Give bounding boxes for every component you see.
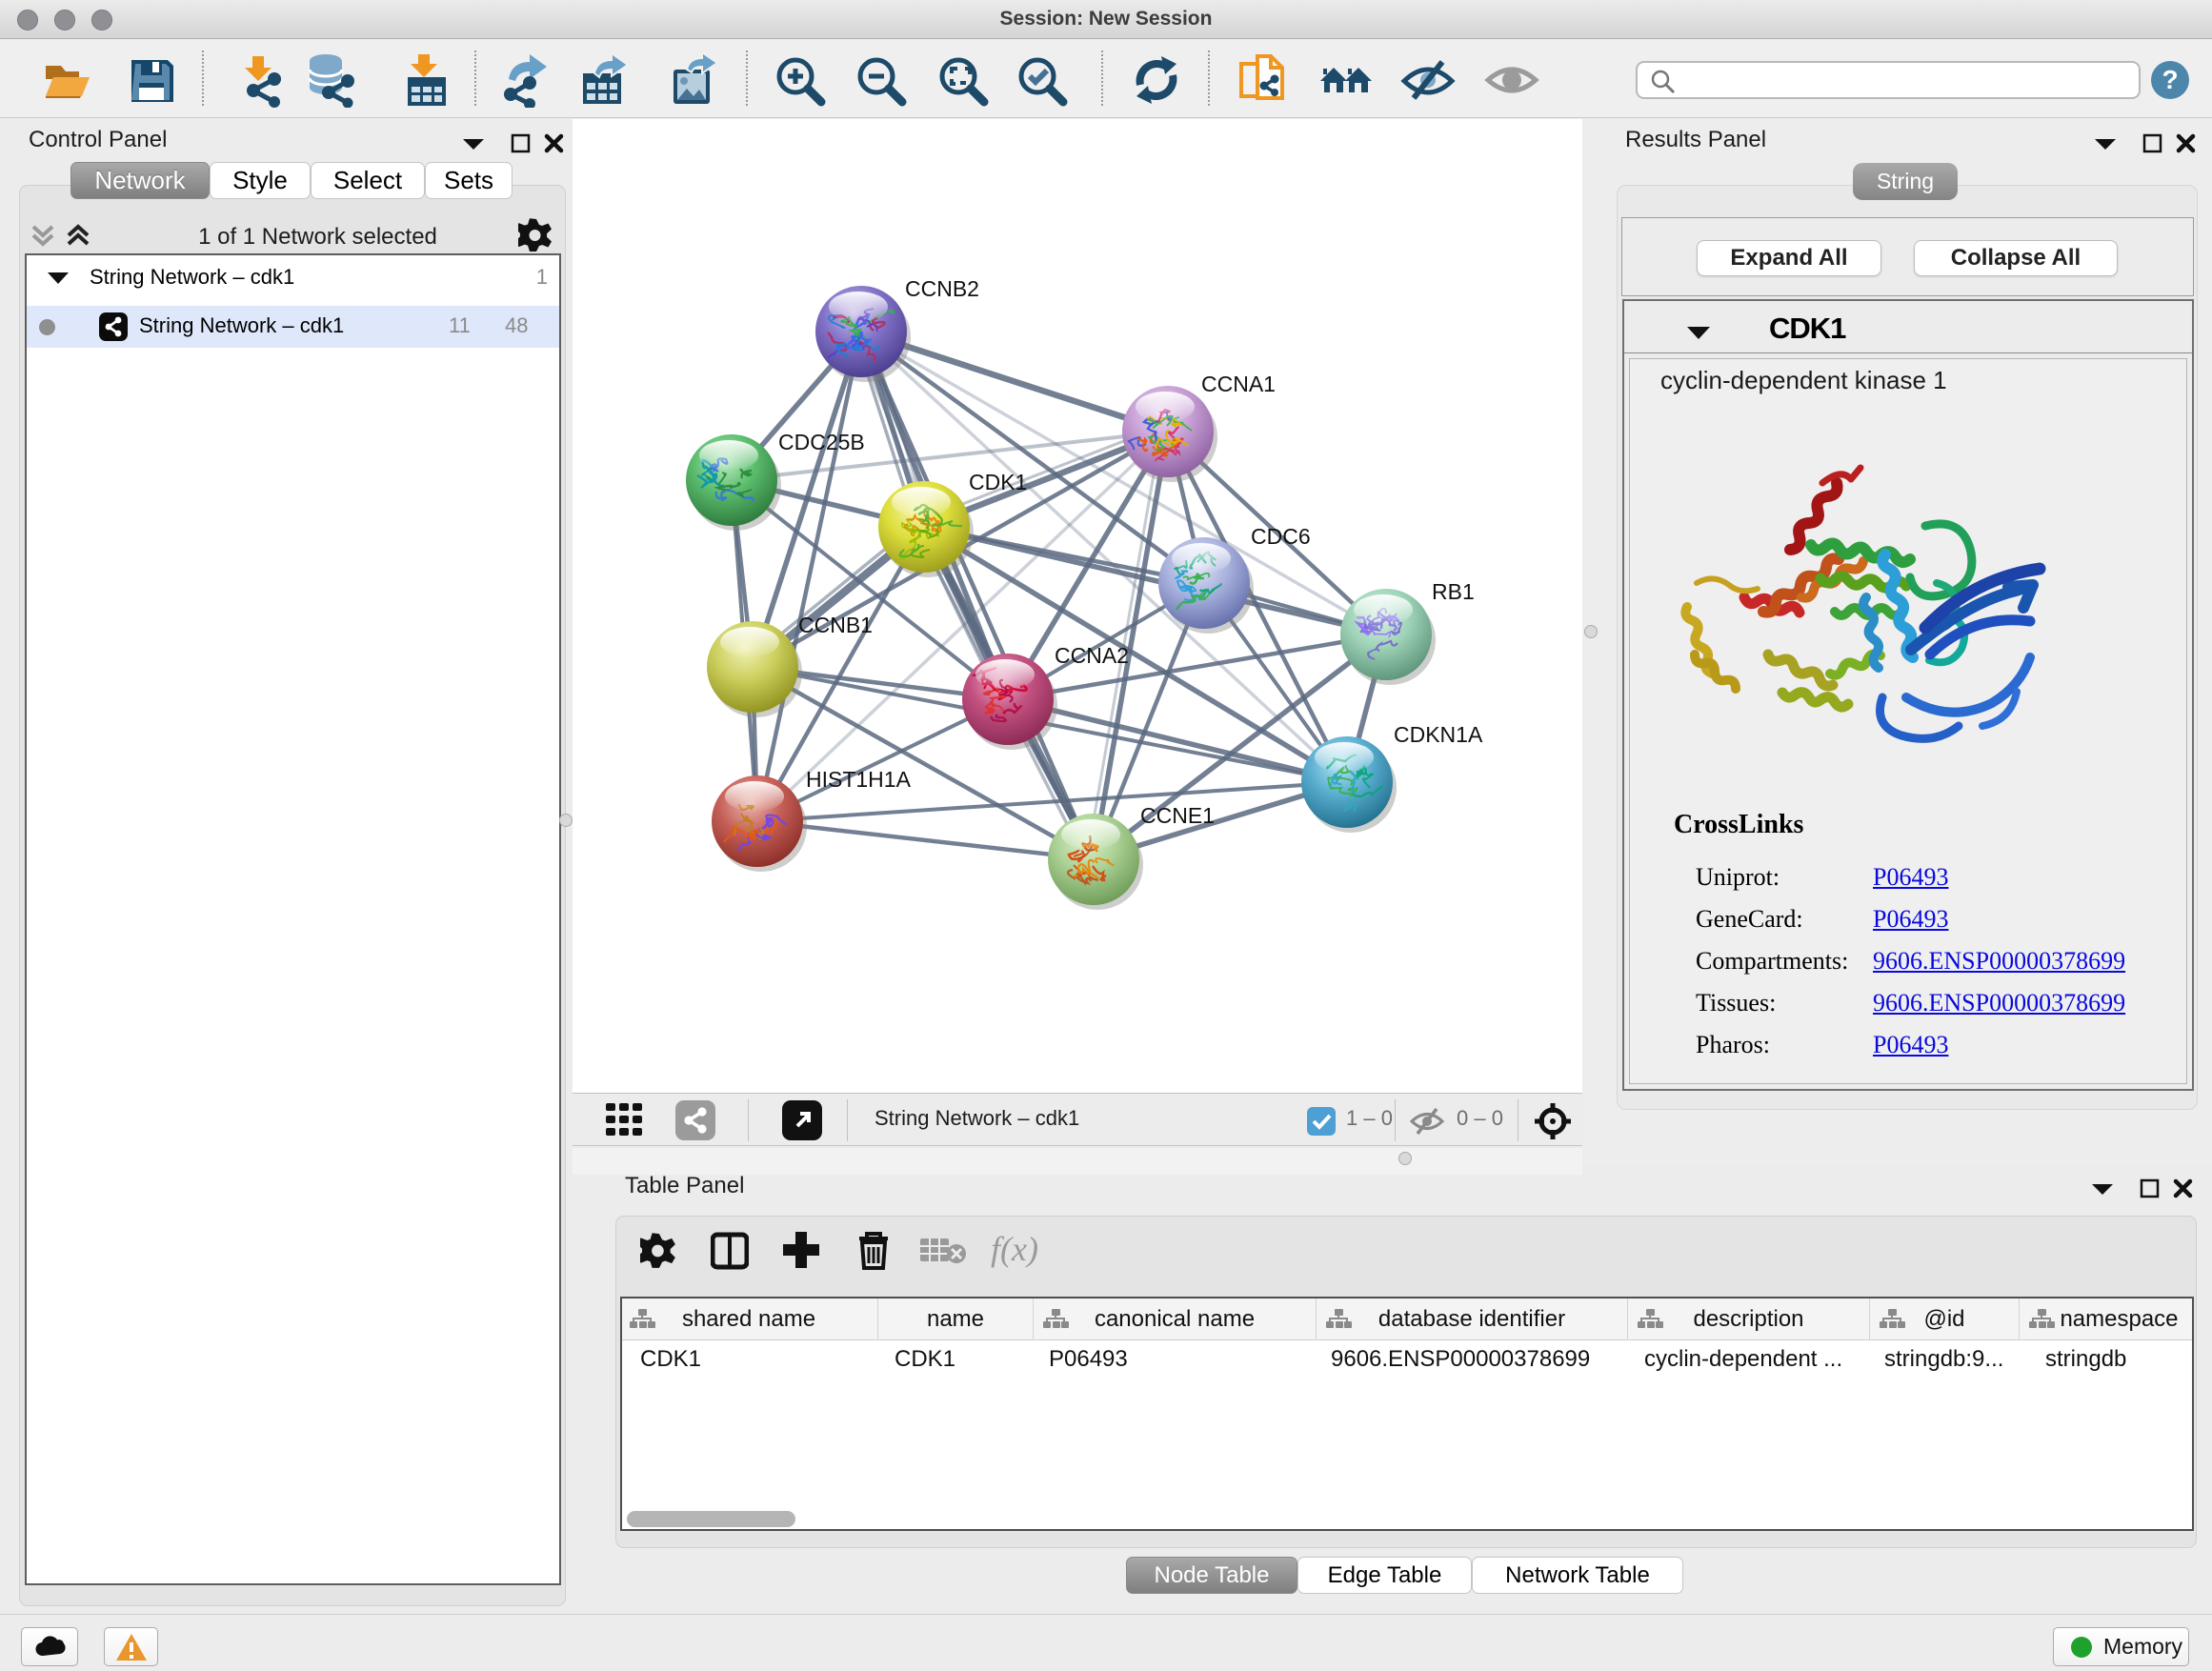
- svg-text:CDC25B: CDC25B: [778, 430, 865, 454]
- svg-text:CDKN1A: CDKN1A: [1394, 722, 1483, 747]
- svg-text:CCNE1: CCNE1: [1140, 803, 1215, 828]
- svg-text:CDC6: CDC6: [1251, 524, 1311, 549]
- svg-text:HIST1H1A: HIST1H1A: [806, 767, 912, 792]
- svg-text:CCNA1: CCNA1: [1201, 372, 1276, 396]
- svg-text:CCNA2: CCNA2: [1055, 643, 1129, 668]
- svg-text:CDK1: CDK1: [969, 470, 1027, 494]
- svg-text:CCNB2: CCNB2: [905, 276, 979, 301]
- svg-text:CCNB1: CCNB1: [798, 613, 873, 637]
- svg-text:RB1: RB1: [1432, 579, 1475, 604]
